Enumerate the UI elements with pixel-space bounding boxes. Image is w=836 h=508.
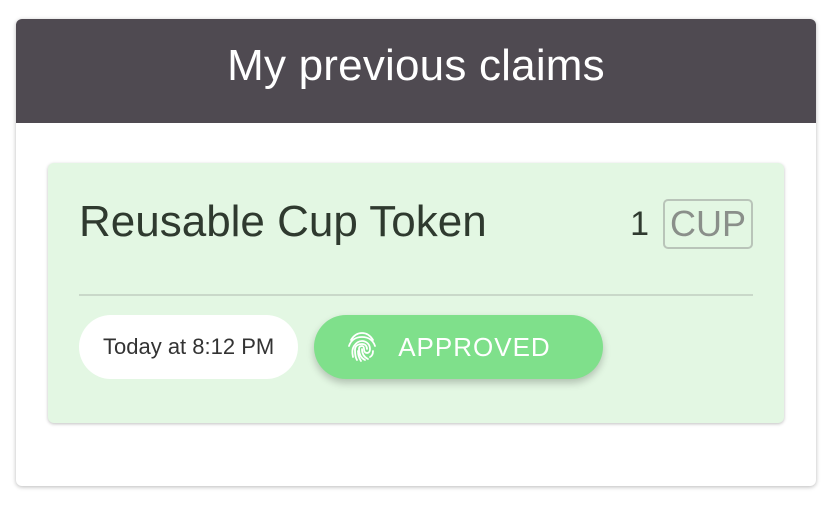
fingerprint-icon [344, 329, 380, 365]
quantity-unit-badge: CUP [662, 199, 753, 249]
previous-claims-panel: My previous claims Reusable Cup Token 1 … [16, 19, 816, 486]
panel-title: My previous claims [227, 41, 605, 90]
claim-quantity: 1 CUP [630, 199, 753, 249]
date-chip-label: Today at 8:12 PM [103, 334, 275, 359]
quantity-number: 1 [630, 204, 649, 243]
card-divider [79, 294, 753, 296]
panel-header: My previous claims [16, 19, 816, 123]
approved-status-button[interactable]: APPROVED [314, 315, 604, 379]
status-label: APPROVED [398, 331, 551, 362]
claim-name: Reusable Cup Token [79, 197, 487, 246]
claim-chips: Today at 8:12 PM APPROVED [79, 315, 604, 379]
claim-card: Reusable Cup Token 1 CUP Today at 8:12 P… [48, 163, 784, 423]
date-chip: Today at 8:12 PM [79, 315, 299, 379]
